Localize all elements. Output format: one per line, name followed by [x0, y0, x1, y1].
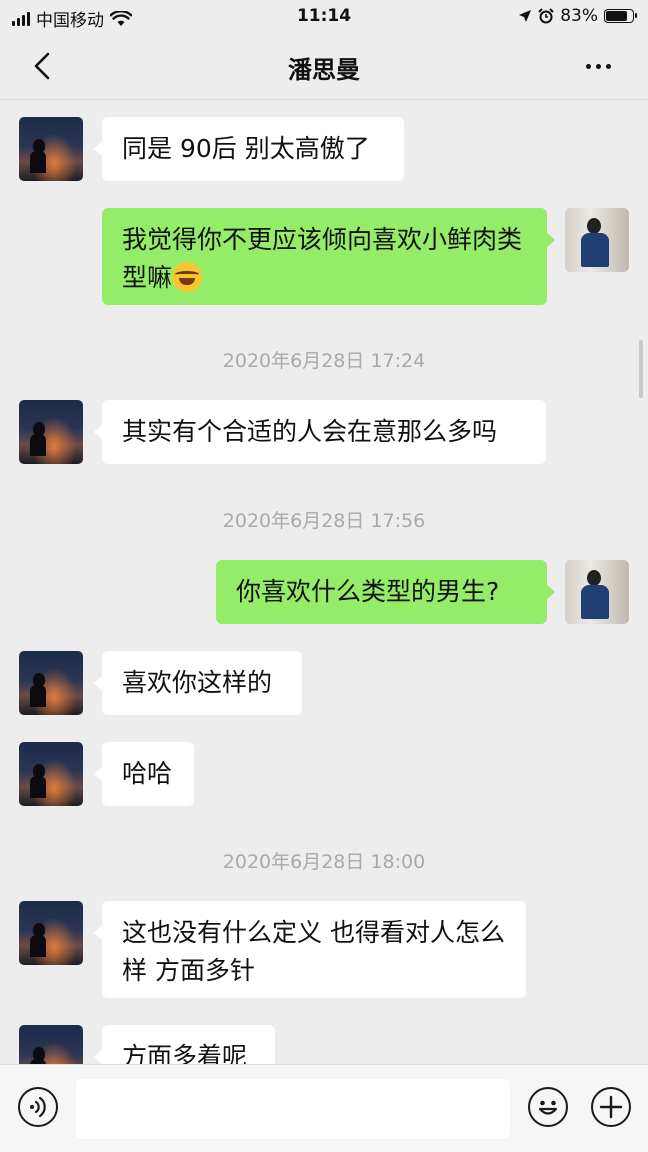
input-bar — [0, 1064, 648, 1152]
message-bubble-sent[interactable]: 你喜欢什么类型的男生? — [216, 560, 555, 624]
message-bubble-received[interactable]: 方面多着呢 — [94, 1025, 275, 1064]
contact-avatar[interactable] — [19, 901, 83, 965]
location-icon — [519, 10, 532, 22]
battery-icon — [604, 9, 637, 23]
message-text: 这也没有什么定义 也得看对人怎么样 方面多针 — [122, 918, 505, 985]
chat-title: 潘思曼 — [288, 56, 360, 84]
message-bubble-received[interactable]: 哈哈 — [94, 742, 194, 806]
my-avatar[interactable] — [565, 208, 629, 272]
timestamp: 2020年6月28日 17:56 — [222, 510, 426, 532]
message-bubble-received[interactable]: 同是 90后 别太高傲了 — [94, 117, 404, 181]
more-dots-icon[interactable] — [578, 51, 618, 81]
contact-avatar[interactable] — [19, 651, 83, 715]
message-bubble-sent[interactable]: 我觉得你不更应该倾向喜欢小鲜肉类型嘛 — [102, 208, 555, 305]
contact-avatar[interactable] — [19, 1025, 83, 1064]
timestamp: 2020年6月28日 17:24 — [222, 350, 426, 372]
message-text: 喜欢你这样的 — [122, 668, 273, 697]
nav-bar: 潘思曼 — [0, 34, 648, 100]
battery-level-fill — [606, 11, 628, 21]
voice-icon[interactable] — [18, 1087, 58, 1127]
message-input[interactable] — [76, 1079, 510, 1139]
message-text: 其实有个合适的人会在意那么多吗 — [122, 417, 498, 446]
message-text: 方面多着呢 — [122, 1042, 248, 1064]
contact-avatar[interactable] — [19, 742, 83, 806]
status-right: 83% — [518, 6, 637, 26]
contact-avatar[interactable] — [19, 400, 83, 464]
message-text: 你喜欢什么类型的男生? — [236, 577, 500, 606]
laughing-crying-emoji-icon — [172, 262, 203, 292]
emoji-icon[interactable] — [528, 1087, 568, 1127]
contact-avatar[interactable] — [19, 117, 83, 181]
message-bubble-received[interactable]: 喜欢你这样的 — [94, 651, 302, 715]
alarm-icon — [538, 8, 554, 24]
scrollbar[interactable] — [639, 340, 643, 398]
my-avatar[interactable] — [565, 560, 629, 624]
status-bar: 中国移动 11:14 83% — [0, 0, 648, 34]
plus-icon[interactable] — [591, 1087, 631, 1127]
message-text: 哈哈 — [122, 759, 173, 788]
message-bubble-received[interactable]: 这也没有什么定义 也得看对人怎么样 方面多针 — [94, 901, 526, 998]
message-bubble-received[interactable]: 其实有个合适的人会在意那么多吗 — [94, 400, 546, 464]
battery-percent: 83% — [560, 6, 598, 26]
timestamp: 2020年6月28日 18:00 — [222, 851, 426, 873]
message-text: 同是 90后 别太高傲了 — [122, 134, 370, 163]
chat-area[interactable]: 同是 90后 别太高傲了 我觉得你不更应该倾向喜欢小鲜肉类型嘛 2020年6月2… — [0, 100, 648, 1064]
